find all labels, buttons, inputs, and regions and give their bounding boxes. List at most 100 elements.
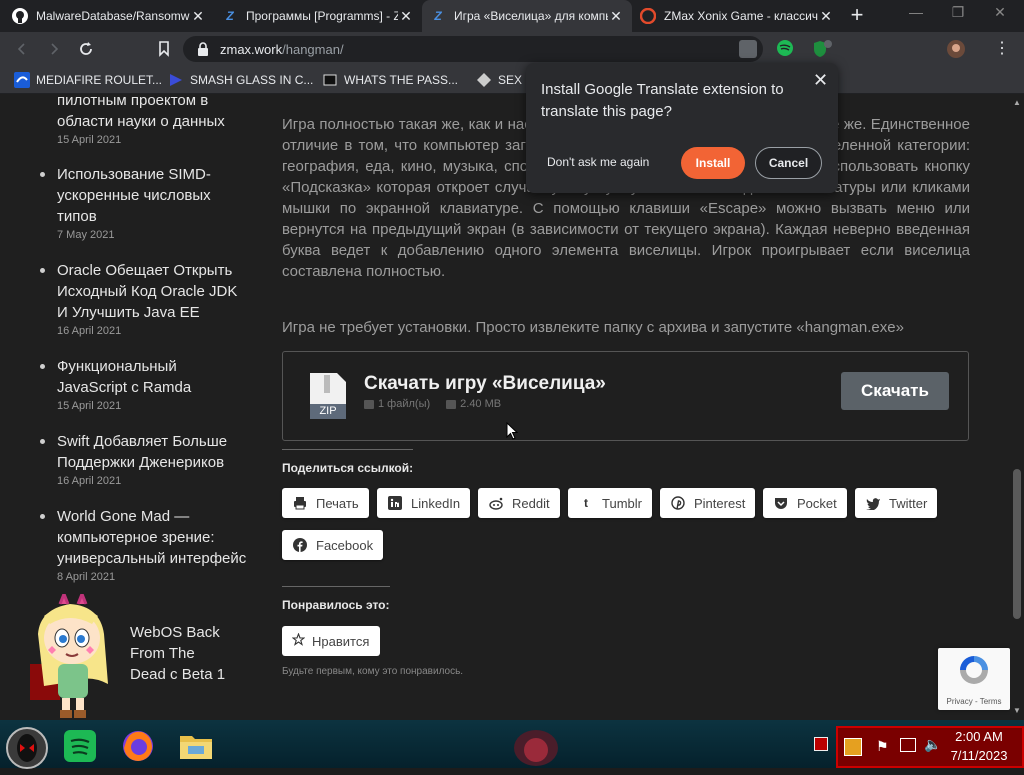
extension-green-icon[interactable] xyxy=(776,39,796,59)
list-item[interactable]: Oracle Обещает Открыть Исходный Код Orac… xyxy=(40,260,247,337)
tab-close-icon[interactable]: ✕ xyxy=(818,8,834,25)
tab-title: Программы [Programms] - Z xyxy=(246,9,398,23)
likes-heading: Понравилось это: xyxy=(282,598,390,612)
post-title[interactable]: Использование SIMD-ускоренные числовых т… xyxy=(57,164,247,227)
share-facebook-button[interactable]: Facebook xyxy=(282,530,384,560)
dont-ask-button[interactable]: Don't ask me again xyxy=(547,155,649,169)
like-button[interactable]: Нравится xyxy=(282,626,380,656)
bullet xyxy=(40,172,45,177)
tab-hangman[interactable]: Z Игра «Виселица» для компь ✕ xyxy=(422,0,632,32)
tab-programms[interactable]: Z Программы [Programms] - Z ✕ xyxy=(214,0,422,32)
size-icon xyxy=(446,399,457,409)
post-date: 8 April 2021 xyxy=(57,571,116,583)
list-item[interactable]: World Gone Mad — компьютерное зрение: ун… xyxy=(40,506,247,583)
likes-note: Будьте первым, кому это понравилось. xyxy=(282,666,464,677)
taskbar-app-green-icon[interactable] xyxy=(60,726,100,766)
scroll-down-icon[interactable]: ▼ xyxy=(1012,706,1022,715)
share-reddit-button[interactable]: Reddit xyxy=(478,488,560,518)
share-pocket-button[interactable]: Pocket xyxy=(763,488,847,518)
bookmark-label: SMASH GLASS IN C... xyxy=(190,73,314,87)
recaptcha-badge[interactable]: Privacy - Terms xyxy=(938,648,1010,710)
list-item[interactable]: пилотным проектом в области науки о данн… xyxy=(57,94,247,146)
network-icon[interactable] xyxy=(900,738,916,752)
taskbar-file-explorer-icon[interactable] xyxy=(176,726,216,766)
linkedin-icon xyxy=(387,495,403,511)
tab-close-icon[interactable]: ✕ xyxy=(398,8,414,25)
post-date: 15 April 2021 xyxy=(57,134,122,146)
show-desktop-icon[interactable] xyxy=(814,737,828,751)
tab-xonix[interactable]: ZMax Xonix Game - классич ✕ xyxy=(632,0,842,32)
cancel-button[interactable]: Cancel xyxy=(755,147,822,179)
translate-icon[interactable] xyxy=(739,40,757,58)
pinterest-icon xyxy=(670,495,686,511)
lock-icon xyxy=(197,42,209,56)
post-title[interactable]: World Gone Mad — компьютерное зрение: ун… xyxy=(57,506,247,569)
download-meta: 1 файл(ы) 2.40 MB xyxy=(364,398,501,410)
forward-icon[interactable] xyxy=(44,39,64,59)
taskbar-clock[interactable]: 2:00 AM 7/11/2023 xyxy=(944,727,1014,765)
back-icon[interactable] xyxy=(12,39,32,59)
bookmark-label: SEX I xyxy=(498,73,529,87)
share-print-button[interactable]: Печать xyxy=(282,488,369,518)
post-title[interactable]: WebOS Back From The Dead с Beta 1 xyxy=(130,622,230,685)
taskbar-character-icon[interactable] xyxy=(508,726,564,766)
share-label: LinkedIn xyxy=(411,495,461,511)
post-date: 16 April 2021 xyxy=(57,475,122,487)
bookmark-item[interactable]: MEDIAFIRE ROULET... xyxy=(14,71,162,89)
reload-icon[interactable] xyxy=(76,39,96,59)
download-button[interactable]: Скачать xyxy=(841,372,949,410)
profile-avatar[interactable] xyxy=(946,39,966,59)
taskbar-firefox-icon[interactable] xyxy=(118,726,158,766)
tab-github[interactable]: MalwareDatabase/Ransomw ✕ xyxy=(4,0,214,32)
bookmark-item[interactable]: SMASH GLASS IN C... xyxy=(168,71,313,89)
close-window-icon[interactable]: ✕ xyxy=(980,0,1020,26)
zip-file-icon: ZIP xyxy=(309,372,347,420)
bullet xyxy=(40,268,45,273)
close-icon[interactable]: ✕ xyxy=(813,70,828,91)
page-scrollbar[interactable]: ▲ ▼ xyxy=(1010,94,1024,720)
bookmark-item[interactable]: SEX I xyxy=(476,71,529,89)
list-item[interactable]: Swift Добавляет Больше Поддержки Дженери… xyxy=(40,431,247,487)
tab-close-icon[interactable]: ✕ xyxy=(608,8,624,25)
bookmarks-bar: MEDIAFIRE ROULET... SMASH GLASS IN C... … xyxy=(0,66,1024,94)
download-box: ZIP Скачать игру «Виселица» 1 файл(ы) 2.… xyxy=(282,351,969,441)
zmax-red-icon xyxy=(640,8,656,24)
clock-time: 2:00 AM xyxy=(955,729,1003,744)
minimize-icon[interactable]: — xyxy=(896,0,936,26)
file-type-label: ZIP xyxy=(319,405,337,417)
new-tab-button[interactable]: + xyxy=(846,4,868,27)
list-item[interactable]: Функциональный JavaScript с Ramda 15 Apr… xyxy=(40,356,247,412)
scroll-up-icon[interactable]: ▲ xyxy=(1012,98,1022,107)
post-title[interactable]: пилотным проектом в области науки о данн… xyxy=(57,94,247,132)
restore-icon[interactable]: ❐ xyxy=(938,0,978,26)
list-item[interactable]: Использование SIMD-ускоренные числовых т… xyxy=(40,164,247,241)
bookmark-item[interactable]: WHATS THE PASS... xyxy=(322,71,458,89)
post-title[interactable]: Swift Добавляет Больше Поддержки Дженери… xyxy=(57,431,247,473)
post-title[interactable]: Функциональный JavaScript с Ramda xyxy=(57,356,247,398)
post-title[interactable]: Oracle Обещает Открыть Исходный Код Orac… xyxy=(57,260,247,323)
post-date: 15 April 2021 xyxy=(57,400,122,412)
tab-close-icon[interactable]: ✕ xyxy=(190,8,206,25)
scrollbar-thumb[interactable] xyxy=(1013,469,1021,619)
tray-app-icon[interactable] xyxy=(844,738,862,756)
files-icon xyxy=(364,399,374,409)
list-item[interactable]: WebOS Back From The Dead с Beta 1 xyxy=(130,622,230,685)
bookmark-icon xyxy=(322,72,338,88)
address-bar[interactable]: zmax.work/hangman/ xyxy=(183,36,763,62)
recaptcha-links[interactable]: Privacy - Terms xyxy=(938,697,1010,706)
share-linkedin-button[interactable]: LinkedIn xyxy=(377,488,471,518)
bookmark-star-icon[interactable] xyxy=(154,39,174,59)
share-label: Pocket xyxy=(797,495,837,511)
mediafire-icon xyxy=(14,72,30,88)
share-twitter-button[interactable]: Twitter xyxy=(855,488,938,518)
extension-shield-icon[interactable] xyxy=(812,39,832,59)
start-button-alien-icon[interactable] xyxy=(4,726,48,769)
install-button[interactable]: Install xyxy=(681,147,745,179)
share-tumblr-button[interactable]: t Tumblr xyxy=(568,488,652,518)
tab-title: ZMax Xonix Game - классич xyxy=(664,9,818,23)
share-pinterest-button[interactable]: Pinterest xyxy=(660,488,756,518)
flag-icon[interactable]: ⚑ xyxy=(876,738,889,755)
menu-dots-icon[interactable]: ⋮ xyxy=(994,39,1014,59)
volume-icon[interactable]: 🔈 xyxy=(924,736,941,753)
post-date: 16 April 2021 xyxy=(57,325,122,337)
